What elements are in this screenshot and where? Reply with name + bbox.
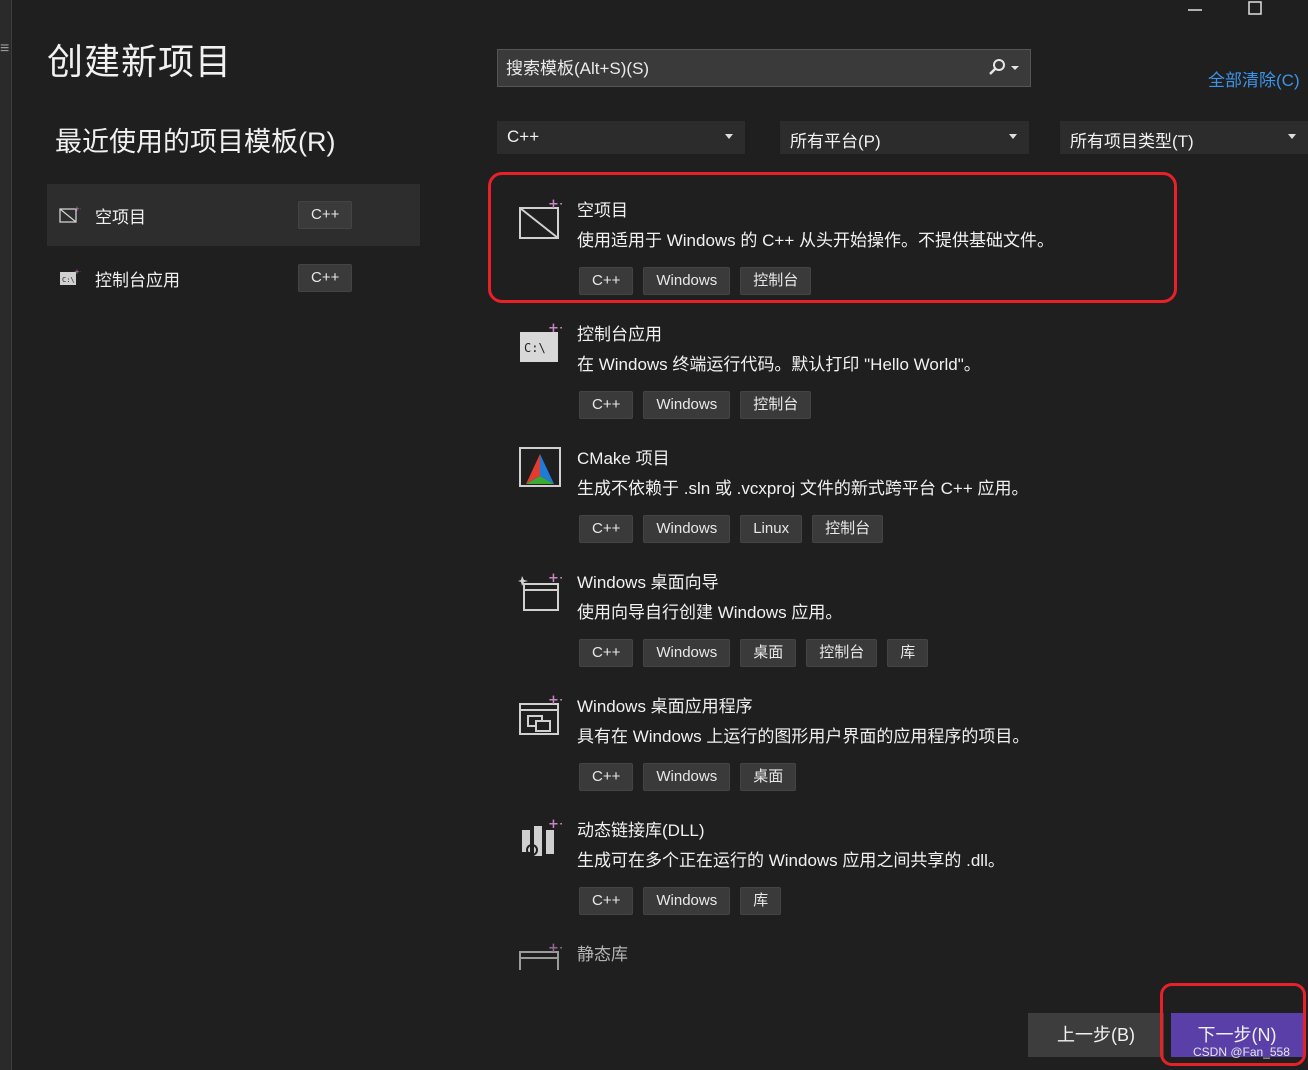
tag: 控制台 xyxy=(740,391,812,419)
dll-icon: ++ xyxy=(522,817,562,856)
template-name: 静态库 xyxy=(577,945,628,964)
svg-text:++: ++ xyxy=(548,321,562,336)
template-description: 生成可在多个正在运行的 Windows 应用之间共享的 .dll。 xyxy=(577,851,1005,870)
watermark: CSDN @Fan_558 xyxy=(1193,1045,1290,1059)
tag: Windows xyxy=(643,763,731,791)
static-library-icon: ++ xyxy=(519,941,562,970)
tag: 桌面 xyxy=(740,763,797,791)
recent-item-tag: C++ xyxy=(298,264,353,292)
template-search[interactable] xyxy=(497,49,1031,87)
tag: Windows xyxy=(643,267,731,295)
chevron-down-icon xyxy=(1009,134,1017,139)
tag: 库 xyxy=(740,887,782,915)
tag: C++ xyxy=(579,887,634,915)
tag: 控制台 xyxy=(812,515,884,543)
recent-item-label: 空项目 xyxy=(95,207,146,227)
tag: C++ xyxy=(579,391,634,419)
desktop-app-icon: ++ xyxy=(519,693,562,735)
svg-text:++: ++ xyxy=(74,205,81,213)
template-windows-desktop-wizard[interactable]: ++ Windows 桌面向导 使用向导自行创建 Windows 应用。 C++… xyxy=(510,558,1170,676)
cmake-icon xyxy=(519,447,561,487)
search-icon xyxy=(989,59,1019,75)
console-app-icon: C:\ ++ xyxy=(60,268,81,285)
svg-text:++: ++ xyxy=(548,571,562,586)
svg-text:++: ++ xyxy=(74,268,81,276)
svg-text:C:\: C:\ xyxy=(524,341,546,355)
template-description: 生成不依赖于 .sln 或 .vcxproj 文件的新式跨平台 C++ 应用。 xyxy=(577,479,1029,498)
recent-item-empty-project[interactable]: ++ 空项目 C++ xyxy=(47,184,420,246)
template-empty-project[interactable]: ++ 空项目 使用适用于 Windows 的 C++ 从头开始操作。不提供基础文… xyxy=(510,186,1170,304)
wizard-icon: ++ xyxy=(518,571,562,611)
clear-all-link[interactable]: 全部清除(C) xyxy=(1208,66,1300,91)
template-description: 在 Windows 终端运行代码。默认打印 "Hello World"。 xyxy=(577,355,981,374)
project-type-filter[interactable]: 所有项目类型(T) xyxy=(1060,121,1308,154)
page-title: 创建新项目 xyxy=(47,41,233,82)
tag: C++ xyxy=(579,267,634,295)
template-console-app[interactable]: C:\ ++ 控制台应用 在 Windows 终端运行代码。默认打印 "Hell… xyxy=(510,310,1170,428)
svg-text:++: ++ xyxy=(548,941,562,956)
template-name: 动态链接库(DLL) xyxy=(577,821,705,840)
tag: Windows xyxy=(643,887,731,915)
template-description: 具有在 Windows 上运行的图形用户界面的应用程序的项目。 xyxy=(577,727,1030,746)
tag: 库 xyxy=(887,639,929,667)
svg-text:C:\: C:\ xyxy=(62,276,75,284)
template-description: 使用适用于 Windows 的 C++ 从头开始操作。不提供基础文件。 xyxy=(577,231,1054,250)
template-windows-desktop-app[interactable]: ++ Windows 桌面应用程序 具有在 Windows 上运行的图形用户界面… xyxy=(510,682,1170,800)
tag: 控制台 xyxy=(806,639,878,667)
recent-item-label: 控制台应用 xyxy=(95,270,180,290)
template-name: Windows 桌面应用程序 xyxy=(577,697,753,716)
template-dll[interactable]: ++ 动态链接库(DLL) 生成可在多个正在运行的 Windows 应用之间共享… xyxy=(510,806,1170,924)
tag: C++ xyxy=(579,763,634,791)
language-filter[interactable]: C++ xyxy=(497,121,745,154)
tag: C++ xyxy=(579,639,634,667)
empty-project-icon: ++ xyxy=(59,205,81,223)
tag: C++ xyxy=(579,515,634,543)
tag: Windows xyxy=(643,515,731,543)
template-description: 使用向导自行创建 Windows 应用。 xyxy=(577,603,843,622)
tag: 桌面 xyxy=(740,639,797,667)
left-gutter: ≡ xyxy=(0,0,12,1070)
maximize-button[interactable] xyxy=(1240,0,1270,22)
empty-project-icon: ++ xyxy=(519,197,562,239)
back-button[interactable]: 上一步(B) xyxy=(1028,1013,1164,1057)
gutter-glyph: ≡ xyxy=(0,40,10,57)
maximize-icon xyxy=(1248,1,1262,15)
platform-filter-value: 所有平台(P) xyxy=(790,132,881,151)
recent-item-tag: C++ xyxy=(298,201,353,229)
svg-text:++: ++ xyxy=(548,197,562,212)
template-name: Windows 桌面向导 xyxy=(577,573,719,592)
project-type-filter-value: 所有项目类型(T) xyxy=(1070,132,1194,151)
svg-text:++: ++ xyxy=(548,693,562,708)
template-static-library[interactable]: ++ 静态库 xyxy=(510,930,1170,970)
template-name: CMake 项目 xyxy=(577,449,670,468)
template-cmake-project[interactable]: CMake 项目 生成不依赖于 .sln 或 .vcxproj 文件的新式跨平台… xyxy=(510,434,1170,552)
svg-text:++: ++ xyxy=(548,817,562,832)
language-filter-value: C++ xyxy=(507,127,540,146)
chevron-down-icon xyxy=(725,134,733,139)
minimize-button[interactable] xyxy=(1180,0,1210,22)
chevron-down-icon xyxy=(1288,134,1296,139)
template-name: 控制台应用 xyxy=(577,325,662,344)
recent-item-console-app[interactable]: C:\ ++ 控制台应用 C++ xyxy=(47,247,420,309)
template-name: 空项目 xyxy=(577,201,628,220)
tag: 控制台 xyxy=(740,267,812,295)
tag: Windows xyxy=(643,391,731,419)
platform-filter[interactable]: 所有平台(P) xyxy=(780,121,1029,154)
tag: Windows xyxy=(643,639,731,667)
recent-templates-title: 最近使用的项目模板(R) xyxy=(55,127,336,157)
console-app-icon: C:\ ++ xyxy=(520,321,562,362)
search-input[interactable] xyxy=(504,56,978,82)
minimize-icon xyxy=(1188,9,1202,11)
tag: Linux xyxy=(740,515,803,543)
